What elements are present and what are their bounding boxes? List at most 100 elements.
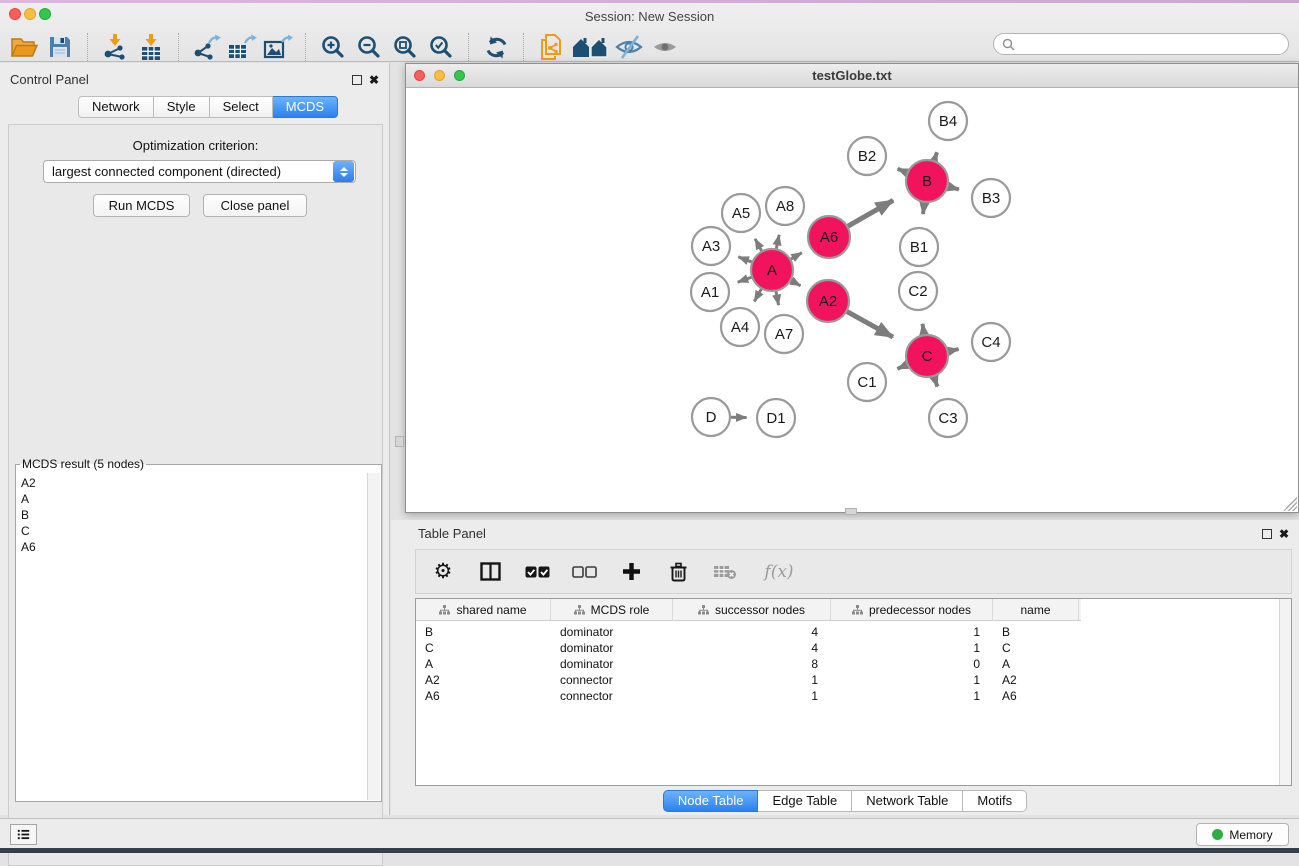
edge-C-C4[interactable] <box>948 349 959 351</box>
table-options-button[interactable]: ⚙ <box>430 557 456 587</box>
edge-A2-C[interactable] <box>846 311 893 337</box>
mcds-result-item[interactable]: A6 <box>21 539 367 555</box>
node-C1[interactable]: C1 <box>848 363 886 401</box>
mcds-result-item[interactable]: A <box>21 491 367 507</box>
vertical-splitter-handle[interactable] <box>395 436 404 447</box>
deselect-all-button[interactable] <box>571 557 597 587</box>
table-tab-node-table[interactable]: Node Table <box>663 790 759 812</box>
search-input[interactable] <box>1020 36 1280 52</box>
tab-style[interactable]: Style <box>154 96 210 118</box>
node-B2[interactable]: B2 <box>848 137 886 175</box>
table-tab-network-table[interactable]: Network Table <box>852 790 963 812</box>
run-mcds-button[interactable]: Run MCDS <box>93 194 190 217</box>
edge-C-C2[interactable] <box>923 324 925 335</box>
tab-mcds[interactable]: MCDS <box>273 96 338 118</box>
table-cell[interactable]: B <box>993 624 1079 640</box>
zoom-fit-button[interactable] <box>387 31 423 63</box>
table-row[interactable]: A2connector11A2 <box>416 672 1291 688</box>
table-cell[interactable]: 1 <box>673 672 831 688</box>
mcds-result-item[interactable]: C <box>21 523 367 539</box>
select-all-button[interactable] <box>524 557 550 587</box>
zoom-out-button[interactable] <box>351 31 387 63</box>
close-panel-action-button[interactable]: Close panel <box>203 194 307 217</box>
table-cell[interactable]: A2 <box>993 672 1079 688</box>
table-cell[interactable]: 1 <box>831 672 993 688</box>
zoom-selected-button[interactable] <box>423 31 459 63</box>
close-panel-button[interactable]: ✖ <box>369 72 379 87</box>
table-cell[interactable]: connector <box>551 672 673 688</box>
table-scrollbar[interactable] <box>1279 599 1291 785</box>
node-D[interactable]: D <box>692 398 730 436</box>
node-B[interactable]: B <box>906 160 948 202</box>
table-cell[interactable]: C <box>993 640 1079 656</box>
node-A5[interactable]: A5 <box>722 194 760 232</box>
table-cell[interactable]: A2 <box>416 672 551 688</box>
edge-B-B1[interactable] <box>923 202 924 214</box>
node-A1[interactable]: A1 <box>691 273 729 311</box>
node-A7[interactable]: A7 <box>765 315 803 353</box>
table-row[interactable]: Adominator80A <box>416 656 1291 672</box>
table-cell[interactable]: 1 <box>831 624 993 640</box>
table-cell[interactable]: 1 <box>673 688 831 704</box>
edge-A-A1[interactable] <box>738 277 753 282</box>
table-cell[interactable]: connector <box>551 688 673 704</box>
node-A2[interactable]: A2 <box>807 280 849 322</box>
save-session-button[interactable] <box>42 31 78 63</box>
column-header-mcds-role[interactable]: MCDS role <box>551 599 673 621</box>
result-scrollbar[interactable] <box>367 473 380 800</box>
import-table-button[interactable] <box>133 31 169 63</box>
edge-A-A4[interactable] <box>754 288 761 301</box>
node-A3[interactable]: A3 <box>692 227 730 265</box>
import-network-button[interactable] <box>97 31 133 63</box>
zoom-in-button[interactable] <box>315 31 351 63</box>
edge-A-A6[interactable] <box>790 253 802 260</box>
column-header-successor-nodes[interactable]: successor nodes <box>673 599 831 621</box>
mcds-result-item[interactable]: A2 <box>21 475 367 491</box>
apply-layout-button[interactable] <box>478 31 514 63</box>
node-table[interactable]: shared nameMCDS rolesuccessor nodesprede… <box>415 598 1292 786</box>
edge-A-A7[interactable] <box>776 291 779 305</box>
show-eye-button[interactable] <box>647 31 683 63</box>
export-table-button[interactable] <box>224 31 260 63</box>
export-image-button[interactable] <box>260 31 296 63</box>
table-float-button[interactable] <box>1262 527 1272 542</box>
table-cell[interactable]: dominator <box>551 656 673 672</box>
edge-A-A8[interactable] <box>776 235 779 250</box>
network-canvas[interactable]: B4B2BB3A5A8A6A3B1AA1C2A2A4A7C4CC1C3DD1 <box>406 88 1298 512</box>
edge-B-B2[interactable] <box>898 169 908 173</box>
node-B1[interactable]: B1 <box>900 228 938 266</box>
edge-A6-B[interactable] <box>847 200 893 226</box>
node-B3[interactable]: B3 <box>972 179 1010 217</box>
resize-grip[interactable] <box>1283 497 1297 511</box>
delete-columns-button[interactable] <box>665 557 691 587</box>
edge-B-B4[interactable] <box>934 152 937 161</box>
table-close-button[interactable]: ✖ <box>1279 526 1289 541</box>
clone-network-button[interactable] <box>533 31 569 63</box>
column-header-shared-name[interactable]: shared name <box>416 599 551 621</box>
table-cell[interactable]: A <box>416 656 551 672</box>
table-cell[interactable]: 1 <box>831 640 993 656</box>
home-overview-button[interactable] <box>569 31 611 63</box>
optimization-criterion-select[interactable]: largest connected component (directed) <box>43 160 356 183</box>
edge-C-C1[interactable] <box>897 364 907 368</box>
table-tab-edge-table[interactable]: Edge Table <box>758 790 852 812</box>
node-C4[interactable]: C4 <box>972 323 1010 361</box>
node-A[interactable]: A <box>751 249 793 291</box>
table-tab-motifs[interactable]: Motifs <box>963 790 1027 812</box>
tab-select[interactable]: Select <box>210 96 273 118</box>
table-cell[interactable]: C <box>416 640 551 656</box>
table-cell[interactable]: A6 <box>993 688 1079 704</box>
table-cell[interactable]: dominator <box>551 624 673 640</box>
table-cell[interactable]: 4 <box>673 640 831 656</box>
horizontal-splitter-handle[interactable] <box>845 508 857 515</box>
node-A8[interactable]: A8 <box>766 187 804 225</box>
mcds-result-item[interactable]: B <box>21 507 367 523</box>
edge-A-A5[interactable] <box>755 239 762 252</box>
table-cell[interactable]: A <box>993 656 1079 672</box>
mcds-result-list[interactable]: A2ABCA6 <box>17 473 367 800</box>
add-column-button[interactable] <box>618 557 644 587</box>
task-history-button[interactable] <box>10 824 37 845</box>
open-session-button[interactable] <box>6 31 42 63</box>
table-row[interactable]: Bdominator41B <box>416 624 1291 640</box>
tab-network[interactable]: Network <box>78 96 154 118</box>
